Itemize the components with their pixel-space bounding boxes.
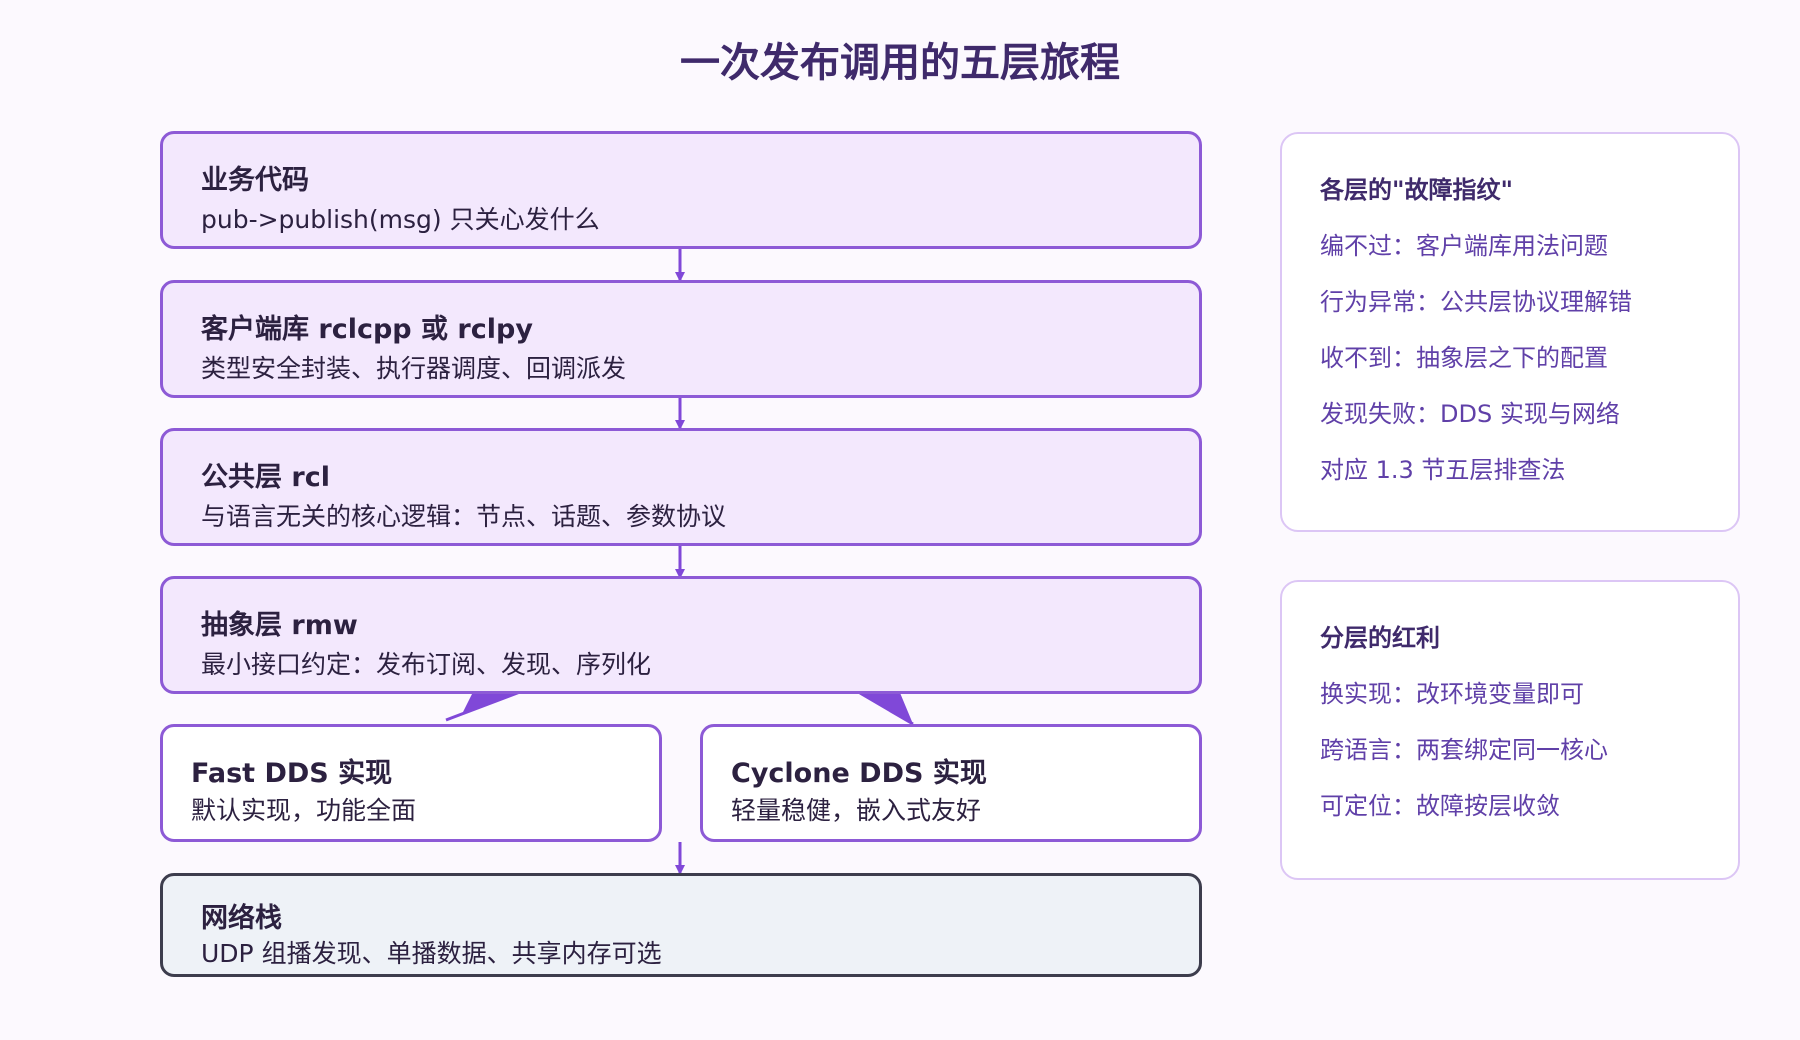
layer-desc: 与语言无关的核心逻辑：节点、话题、参数协议 — [201, 502, 727, 531]
layer-network-stack: 网络栈 UDP 组播发现、单播数据、共享内存可选 — [160, 873, 1202, 977]
panel-item: 换实现：改环境变量即可 — [1320, 680, 1584, 708]
panel-item: 可定位：故障按层收敛 — [1320, 792, 1560, 820]
impl-fast-dds: Fast DDS 实现 默认实现，功能全面 — [160, 724, 662, 842]
layer-desc: UDP 组播发现、单播数据、共享内存可选 — [201, 939, 662, 968]
fault-fingerprint-panel: 各层的"故障指纹" 编不过：客户端库用法问题 行为异常：公共层协议理解错 收不到… — [1280, 132, 1740, 532]
panel-item: 跨语言：两套绑定同一核心 — [1320, 736, 1608, 764]
panel-item: 行为异常：公共层协议理解错 — [1320, 288, 1632, 316]
layer-name: 网络栈 — [201, 903, 282, 934]
panel-item: 对应 1.3 节五层排查法 — [1320, 456, 1566, 484]
impl-desc: 默认实现，功能全面 — [191, 796, 417, 825]
layer-name: 业务代码 — [201, 165, 309, 196]
impl-desc: 轻量稳健，嵌入式友好 — [731, 796, 982, 825]
impl-name: Fast DDS 实现 — [191, 758, 393, 789]
layer-rmw: 抽象层 rmw 最小接口约定：发布订阅、发现、序列化 — [160, 576, 1202, 694]
impl-name: Cyclone DDS 实现 — [731, 758, 987, 789]
layer-name: 客户端库 rclcpp 或 rclpy — [201, 314, 533, 345]
layering-benefits-panel: 分层的红利 换实现：改环境变量即可 跨语言：两套绑定同一核心 可定位：故障按层收… — [1280, 580, 1740, 880]
layer-name: 抽象层 rmw — [201, 610, 358, 641]
layer-business-code: 业务代码 pub->publish(msg) 只关心发什么 — [160, 131, 1202, 249]
panel-title: 各层的"故障指纹" — [1320, 176, 1514, 204]
panel-title: 分层的红利 — [1320, 624, 1440, 652]
impl-cyclone-dds: Cyclone DDS 实现 轻量稳健，嵌入式友好 — [700, 724, 1202, 842]
panel-item: 收不到：抽象层之下的配置 — [1320, 344, 1608, 372]
panel-item: 发现失败：DDS 实现与网络 — [1320, 400, 1620, 428]
layer-rcl: 公共层 rcl 与语言无关的核心逻辑：节点、话题、参数协议 — [160, 428, 1202, 546]
layer-desc: pub->publish(msg) 只关心发什么 — [201, 205, 600, 234]
layer-name: 公共层 rcl — [201, 462, 330, 493]
layer-desc: 最小接口约定：发布订阅、发现、序列化 — [201, 650, 652, 679]
layer-desc: 类型安全封装、执行器调度、回调派发 — [201, 354, 627, 383]
layer-client-library: 客户端库 rclcpp 或 rclpy 类型安全封装、执行器调度、回调派发 — [160, 280, 1202, 398]
panel-item: 编不过：客户端库用法问题 — [1320, 232, 1608, 260]
